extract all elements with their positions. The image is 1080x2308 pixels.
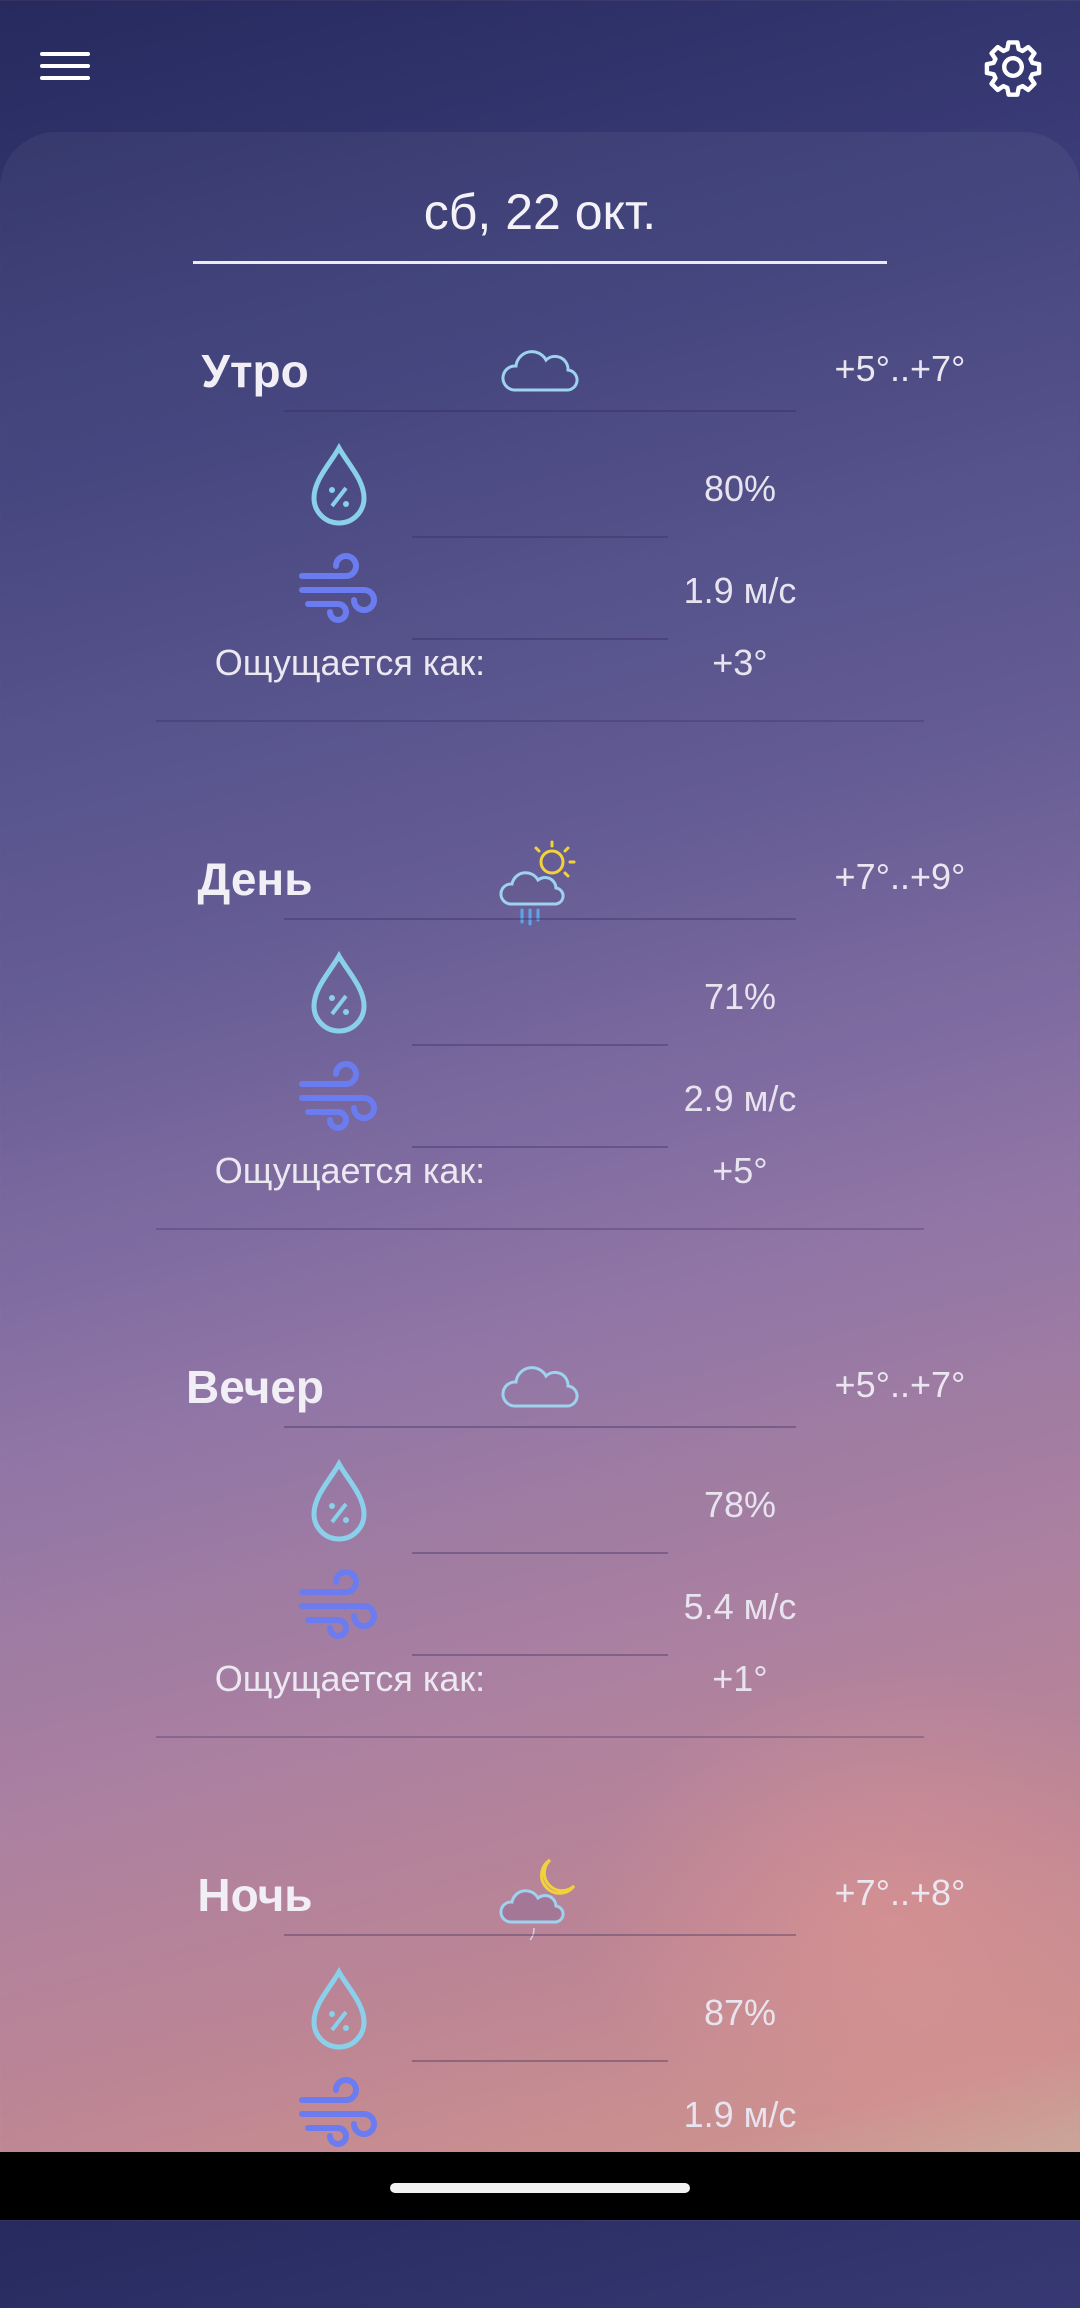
top-bar	[0, 0, 1080, 130]
humidity-drop-icon	[311, 1458, 367, 1542]
date-underline	[193, 261, 887, 264]
wind-value: 5.4 м/с	[683, 1586, 797, 1627]
period-day: День +7°..+9° 71% 2.9 м/с Ощущается как:…	[0, 840, 1080, 1292]
settings-button[interactable]	[982, 36, 1044, 98]
period-divider	[156, 1228, 924, 1230]
wind-icon	[299, 553, 377, 623]
wind-value: 1.9 м/с	[683, 2094, 797, 2135]
menu-button[interactable]	[38, 48, 94, 84]
humidity-drop-icon	[311, 950, 367, 1034]
wind-icon	[299, 2077, 377, 2147]
period-divider	[156, 720, 924, 722]
feels-like-value: +5°	[712, 1150, 768, 1191]
divider	[412, 1552, 668, 1554]
divider	[412, 1146, 668, 1148]
home-gesture-handle[interactable]	[390, 2183, 690, 2193]
gear-icon	[984, 40, 1042, 97]
partly-sunny-rain-icon	[499, 840, 576, 926]
divider	[412, 2060, 668, 2062]
period-night: Ночь +7°..+8° 87% 1.9 м/с	[0, 1858, 1080, 2308]
period-name: День	[197, 853, 313, 905]
divider	[412, 536, 668, 538]
period-evening: Вечер +5°..+7° 78% 5.4 м/с Ощущается как…	[0, 1360, 1080, 1800]
date-label[interactable]: сб, 22 окт.	[190, 183, 890, 263]
temperature-range: +7°..+9°	[834, 856, 966, 897]
menu-icon-line	[40, 76, 90, 80]
divider	[284, 1426, 796, 1428]
feels-like-label: Ощущается как:	[214, 1658, 486, 1699]
humidity-value: 78%	[703, 1484, 777, 1525]
divider	[412, 1044, 668, 1046]
period-morning: Утро +5°..+7° 80% 1.9 м/с Ощущается как:…	[0, 344, 1080, 784]
wind-value: 1.9 м/с	[683, 570, 797, 611]
period-divider	[156, 1736, 924, 1738]
cloud-moon-icon	[499, 1858, 576, 1941]
cloud-icon	[501, 350, 579, 392]
temperature-range: +5°..+7°	[834, 1364, 966, 1405]
period-name: Утро	[201, 345, 309, 397]
divider	[284, 410, 796, 412]
divider	[412, 638, 668, 640]
cloud-icon	[501, 1366, 579, 1408]
wind-icon	[299, 1569, 377, 1639]
divider	[412, 1654, 668, 1656]
humidity-drop-icon	[311, 1966, 367, 2050]
humidity-value: 71%	[703, 976, 777, 1017]
humidity-drop-icon	[311, 442, 367, 526]
menu-icon-line	[40, 64, 90, 68]
humidity-value: 80%	[703, 468, 777, 509]
period-name: Вечер	[185, 1361, 325, 1413]
feels-like-label: Ощущается как:	[214, 1150, 486, 1191]
period-name: Ночь	[197, 1869, 313, 1921]
temperature-range: +7°..+8°	[834, 1872, 966, 1913]
feels-like-label: Ощущается как:	[214, 642, 486, 683]
feels-like-value: +1°	[712, 1658, 768, 1699]
humidity-value: 87%	[703, 1992, 777, 2033]
wind-value: 2.9 м/с	[683, 1078, 797, 1119]
divider	[284, 918, 796, 920]
hamburger-menu-icon	[40, 52, 90, 56]
feels-like-value: +3°	[712, 642, 768, 683]
divider	[284, 1934, 796, 1936]
wind-icon	[299, 1061, 377, 1131]
temperature-range: +5°..+7°	[834, 348, 966, 389]
